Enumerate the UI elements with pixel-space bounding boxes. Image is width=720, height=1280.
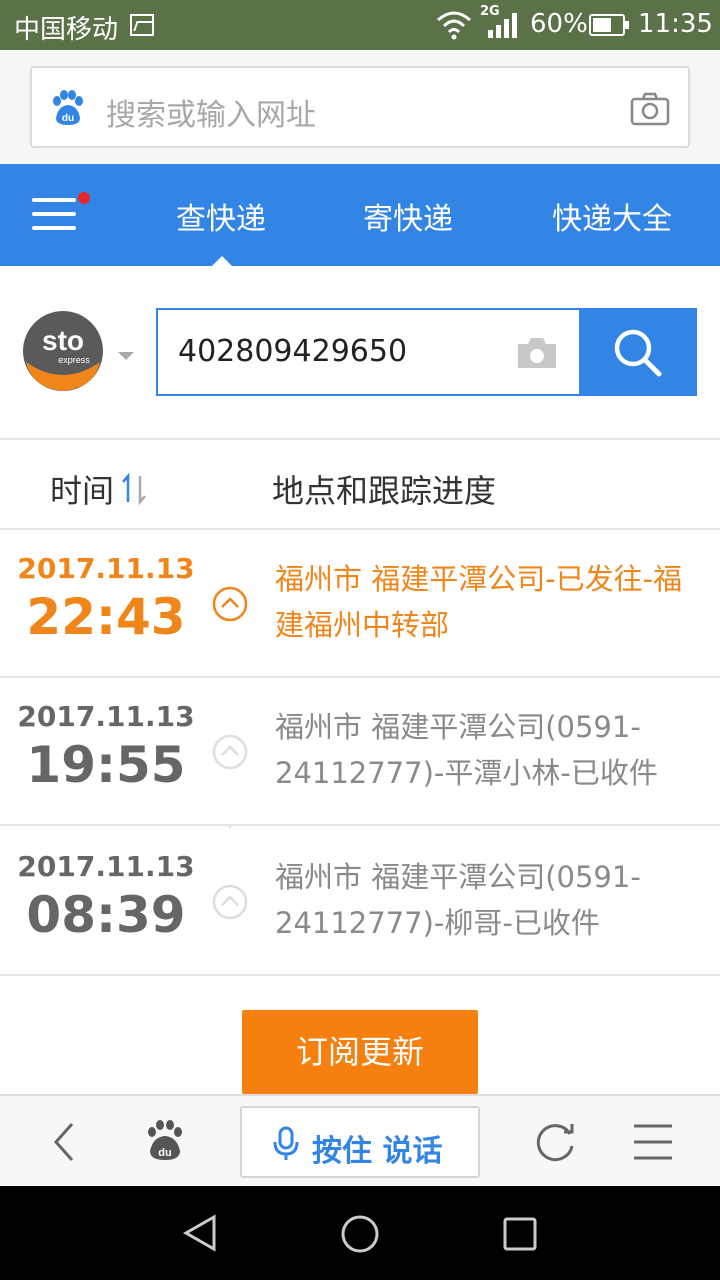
tab-query-express[interactable]: 查快递 [176, 194, 266, 238]
timeline-node-icon [212, 734, 248, 770]
tab-send-express[interactable]: 寄快递 [363, 194, 453, 238]
menu-more-icon[interactable] [632, 1096, 674, 1188]
column-time[interactable]: 时间 [50, 466, 114, 512]
tracking-table-header: 时间 地点和跟踪进度 [0, 440, 720, 530]
android-nav-bar [0, 1186, 720, 1280]
battery-icon [589, 14, 629, 36]
signal-icon [488, 13, 517, 38]
carrier-name: 中国移动 [14, 15, 119, 45]
voice-input-label: 按住 说话 [312, 1134, 443, 1169]
search-input[interactable]: du 搜索或输入网址 [30, 66, 690, 148]
wifi-icon [437, 11, 471, 40]
voice-input-button[interactable]: 按住 说话 [240, 1106, 480, 1178]
svg-text:sto: sto [42, 325, 84, 356]
row-detail: 福州市 福建平潭公司-已发往-福建福州中转部 [275, 562, 683, 642]
row-detail: 福州市 福建平潭公司(0591-24112777)-平潭小林-已收件 [275, 710, 658, 790]
baidu-home-icon[interactable]: du [142, 1096, 188, 1188]
timeline-node-icon [212, 884, 248, 920]
image-notification-icon [130, 14, 154, 36]
tracking-search-panel: sto express 402809429650 [0, 266, 720, 440]
row-date: 2017.11.13 [17, 552, 195, 585]
search-placeholder: 搜索或输入网址 [106, 98, 316, 133]
express-tab-bar: 查快递 寄快递 快递大全 [0, 164, 720, 266]
sort-icon[interactable] [120, 472, 150, 506]
tracking-row: 2017.11.13 08:39 福州市 福建平潭公司(0591-2411277… [0, 828, 720, 976]
tracking-number-input[interactable]: 402809429650 [156, 308, 580, 396]
carrier-dropdown-icon[interactable] [118, 352, 134, 360]
subscribe-updates-button[interactable]: 订阅更新 [242, 1010, 478, 1094]
tracking-row: 2017.11.13 19:55 福州市 福建平潭公司(0591-2411277… [0, 678, 720, 826]
row-time: 08:39 [26, 886, 186, 944]
browser-search-area: du 搜索或输入网址 [0, 50, 720, 164]
svg-text:express: express [58, 355, 90, 365]
camera-search-icon[interactable] [630, 92, 670, 126]
svg-text:du: du [158, 1147, 171, 1159]
row-time: 19:55 [26, 736, 186, 794]
status-bar: 中国移动 2G 60% 11:35 [0, 0, 720, 50]
tab-express-directory[interactable]: 快递大全 [552, 194, 672, 238]
active-tab-indicator [212, 256, 232, 266]
refresh-icon[interactable] [532, 1096, 578, 1188]
nav-recents-icon[interactable] [502, 1216, 538, 1252]
battery-percent: 60% [530, 9, 588, 39]
search-icon [614, 329, 662, 377]
svg-text:du: du [62, 113, 74, 124]
menu-icon[interactable] [32, 192, 90, 232]
back-icon[interactable] [44, 1096, 84, 1188]
row-time: 22:43 [26, 588, 186, 646]
timeline-node-active-icon [212, 586, 248, 622]
baidu-paw-icon: du [53, 90, 83, 125]
notification-dot [78, 192, 90, 204]
sto-express-logo[interactable]: sto express [22, 310, 104, 392]
microphone-icon [273, 1126, 299, 1160]
row-date: 2017.11.13 [17, 850, 195, 883]
browser-toolbar: du 按住 说话 [0, 1094, 720, 1186]
row-detail: 福州市 福建平潭公司(0591-24112777)-柳哥-已收件 [275, 860, 641, 940]
scan-camera-icon[interactable] [516, 336, 558, 370]
row-date: 2017.11.13 [17, 700, 195, 733]
track-search-button[interactable] [579, 308, 697, 396]
tracking-number-value: 402809429650 [178, 334, 408, 369]
nav-home-icon[interactable] [340, 1214, 380, 1254]
tracking-row: 2017.11.13 22:43 福州市 福建平潭公司-已发往-福建福州中转部 [0, 530, 720, 678]
clock: 11:35 [638, 9, 713, 39]
column-location: 地点和跟踪进度 [272, 472, 497, 510]
nav-back-icon[interactable] [182, 1214, 218, 1252]
